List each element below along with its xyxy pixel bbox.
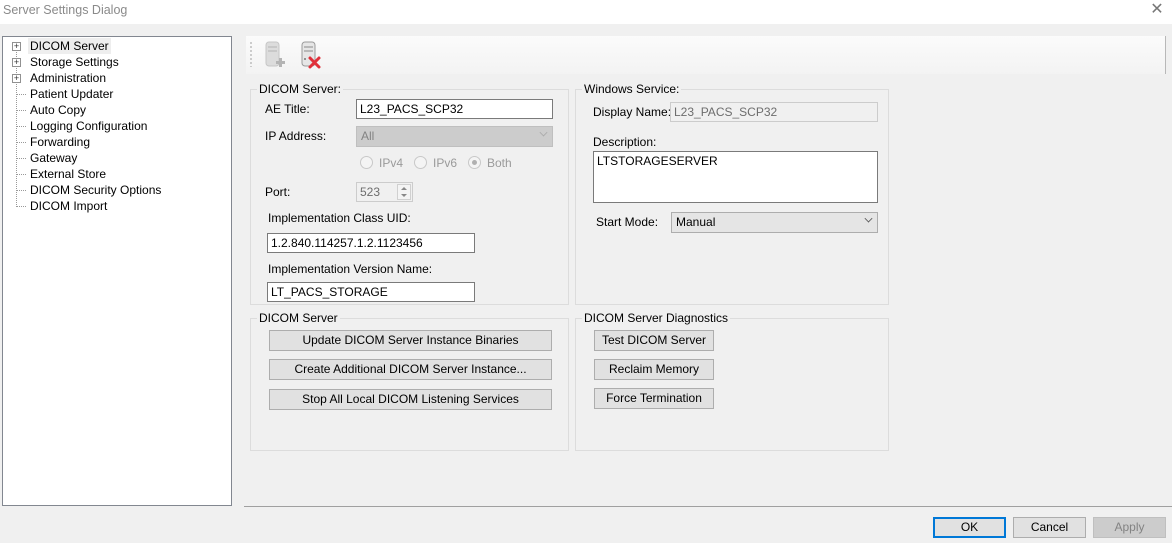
update-binaries-button[interactable]: Update DICOM Server Instance Binaries: [269, 330, 552, 351]
title-bar: Server Settings Dialog ✕: [0, 0, 1172, 24]
tree-connector: [17, 158, 26, 159]
group-legend: DICOM Server Diagnostics: [582, 311, 731, 325]
radio-circle-checked: [468, 156, 481, 169]
tree-item-label: Administration: [30, 71, 107, 85]
force-termination-button[interactable]: Force Termination: [594, 388, 714, 409]
impl-class-uid-label: Implementation Class UID:: [268, 211, 411, 225]
stop-listening-button[interactable]: Stop All Local DICOM Listening Services: [269, 389, 552, 410]
settings-tree[interactable]: + DICOM Server + Storage Settings + Admi…: [2, 36, 232, 506]
description-label: Description:: [593, 135, 657, 149]
create-instance-button[interactable]: Create Additional DICOM Server Instance.…: [269, 359, 552, 380]
radio-label: IPv6: [433, 156, 458, 170]
port-value: 523: [360, 185, 381, 199]
tree-item-label: Storage Settings: [30, 55, 119, 69]
display-name-input[interactable]: L23_PACS_SCP32: [670, 102, 878, 122]
expand-icon[interactable]: +: [12, 74, 21, 83]
tree-connector: [17, 126, 26, 127]
expand-icon[interactable]: +: [12, 58, 21, 67]
ae-title-label: AE Title:: [265, 102, 310, 116]
spin-up-icon[interactable]: [401, 187, 407, 190]
test-server-button[interactable]: Test DICOM Server: [594, 330, 714, 351]
group-legend: DICOM Server:: [257, 82, 344, 96]
delete-server-icon: [301, 41, 321, 69]
close-icon[interactable]: ✕: [1146, 1, 1168, 19]
tree-item-label: DICOM Server: [28, 38, 111, 54]
tree-connector: [17, 190, 26, 191]
port-spinner[interactable]: 523: [356, 182, 413, 202]
tree-connector: [17, 142, 26, 143]
reclaim-memory-button[interactable]: Reclaim Memory: [594, 359, 714, 380]
tree-item-label: DICOM Import: [30, 199, 108, 213]
tree-item-label: Auto Copy: [30, 103, 87, 117]
spin-down-icon[interactable]: [401, 194, 407, 197]
group-legend: Windows Service:: [582, 82, 682, 96]
tree-connector: [17, 94, 26, 95]
add-server-icon: [265, 41, 285, 67]
chevron-down-icon: [864, 214, 873, 223]
tree-item-label: Gateway: [30, 151, 78, 165]
impl-version-label: Implementation Version Name:: [268, 262, 433, 276]
ip-address-label: IP Address:: [265, 129, 327, 143]
toolbar: [246, 36, 1166, 74]
cancel-button[interactable]: Cancel: [1013, 517, 1086, 538]
impl-version-input[interactable]: LT_PACS_STORAGE: [267, 282, 475, 302]
add-server-button[interactable]: [262, 39, 288, 71]
tree-item-label: Logging Configuration: [30, 119, 148, 133]
chevron-down-icon: [539, 128, 548, 137]
footer-separator: [244, 506, 1172, 507]
toolbar-grip[interactable]: [250, 41, 252, 67]
tree-item-label: DICOM Security Options: [30, 183, 162, 197]
start-mode-value: Manual: [676, 215, 716, 229]
delete-server-button[interactable]: [298, 39, 324, 71]
ip-address-value: All: [361, 129, 375, 143]
tree-item-label: External Store: [30, 167, 107, 181]
tree-item-label: Patient Updater: [30, 87, 114, 101]
description-textarea[interactable]: LTSTORAGESERVER: [593, 151, 878, 203]
tree-item-label: Forwarding: [30, 135, 91, 149]
radio-circle: [414, 156, 427, 169]
start-mode-select[interactable]: Manual: [671, 212, 878, 233]
radio-circle: [360, 156, 373, 169]
ok-button[interactable]: OK: [933, 517, 1006, 538]
tree-connector: [17, 174, 26, 175]
radio-label: Both: [487, 156, 512, 170]
tree-connector: [17, 110, 26, 111]
ae-title-input[interactable]: L23_PACS_SCP32: [356, 99, 553, 119]
apply-button[interactable]: Apply: [1093, 517, 1166, 538]
group-legend: DICOM Server: [257, 311, 340, 325]
window-title: Server Settings Dialog: [3, 3, 128, 17]
tree-connector: [17, 206, 26, 207]
spinner-buttons[interactable]: [397, 184, 411, 200]
port-label: Port:: [265, 185, 291, 199]
impl-class-uid-input[interactable]: 1.2.840.114257.1.2.1123456: [267, 233, 475, 253]
display-name-label: Display Name:: [593, 105, 672, 119]
start-mode-label: Start Mode:: [596, 215, 659, 229]
expand-icon[interactable]: +: [12, 42, 21, 51]
ip-address-select[interactable]: All: [356, 126, 553, 147]
radio-label: IPv4: [379, 156, 404, 170]
